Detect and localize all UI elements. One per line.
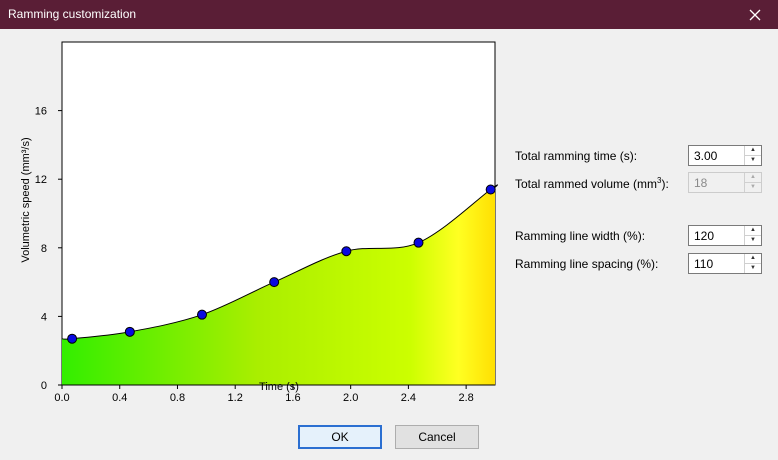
line-width-row: Ramming line width (%): 120 ▲ ▼ [515, 225, 765, 247]
x-tick-label: 2.8 [458, 392, 473, 404]
y-tick-label: 0 [41, 380, 47, 392]
spin-up-icon[interactable]: ▲ [745, 146, 761, 156]
ramming-point-handle[interactable] [413, 237, 424, 248]
x-tick-label: 1.6 [285, 392, 300, 404]
line-spacing-row: Ramming line spacing (%): 110 ▲ ▼ [515, 253, 765, 275]
y-tick-label: 4 [41, 311, 47, 323]
y-tick-label: 16 [35, 106, 47, 118]
spin-down-icon[interactable]: ▼ [745, 236, 761, 245]
line-spacing-label: Ramming line spacing (%): [515, 257, 659, 271]
y-tick-label: 12 [35, 174, 47, 186]
line-spacing-spin-arrows[interactable]: ▲ ▼ [744, 254, 761, 273]
rammed-volume-spinbox: 18 ▲ ▼ [688, 172, 762, 193]
x-tick-label: 0.0 [54, 392, 69, 404]
ramming-point-handle[interactable] [485, 184, 496, 195]
ramming-time-row: Total ramming time (s): 3.00 ▲ ▼ [515, 145, 765, 167]
ramming-time-spin-arrows[interactable]: ▲ ▼ [744, 146, 761, 165]
ramming-time-label: Total ramming time (s): [515, 149, 638, 163]
window-title: Ramming customization [8, 7, 137, 21]
rammed-volume-row: Total rammed volume (mm3): 18 ▲ ▼ [515, 172, 765, 194]
cancel-button[interactable]: Cancel [395, 425, 479, 449]
ramming-point-handle[interactable] [269, 277, 280, 288]
x-tick-label: 2.4 [401, 392, 416, 404]
spin-down-icon: ▼ [750, 184, 756, 190]
rammed-volume-value: 18 [694, 176, 708, 190]
close-icon [749, 9, 761, 20]
x-axis-label: Time (s) [259, 381, 299, 393]
y-tick-label: 8 [41, 243, 47, 255]
ramming-point-handle[interactable] [67, 333, 78, 344]
y-axis-label: Volumetric speed (mm³/s) [20, 137, 32, 262]
line-spacing-spinbox[interactable]: 110 ▲ ▼ [688, 253, 762, 274]
ramming-point-handle[interactable] [197, 309, 208, 320]
x-tick-label: 1.2 [228, 392, 243, 404]
close-button[interactable] [732, 0, 778, 29]
spin-up-icon[interactable]: ▲ [745, 226, 761, 236]
ramming-point-handle[interactable] [124, 326, 135, 337]
chart-svg[interactable]: 0.0 0.4 0.8 1.2 1.6 2.0 2.4 2.8 0 4 8 12 16 Time (s)… [0, 29, 510, 409]
line-width-label: Ramming line width (%): [515, 229, 646, 243]
x-tick-label: 2.0 [343, 392, 358, 404]
spin-up-icon: ▲ [745, 173, 761, 183]
title-bar: Ramming customization [0, 0, 778, 29]
ramming-time-value[interactable]: 3.00 [694, 149, 717, 163]
ramming-point-handle[interactable] [341, 246, 352, 257]
line-width-spin-arrows[interactable]: ▲ ▼ [744, 226, 761, 245]
x-tick-label: 0.8 [170, 392, 185, 404]
ramming-chart[interactable]: 0.0 0.4 0.8 1.2 1.6 2.0 2.4 2.8 0 4 8 12 16 Time (s)… [0, 29, 510, 409]
ramming-time-spinbox[interactable]: 3.00 ▲ ▼ [688, 145, 762, 166]
line-spacing-value[interactable]: 110 [694, 257, 713, 271]
spin-up-icon[interactable]: ▲ [745, 254, 761, 264]
spin-down-icon[interactable]: ▼ [745, 156, 761, 165]
x-tick-label: 0.4 [112, 392, 127, 404]
rammed-volume-spin-arrows: ▲ ▼ [744, 173, 761, 192]
rammed-volume-label: Total rammed volume (mm3): [515, 176, 669, 191]
line-width-value[interactable]: 120 [694, 229, 714, 243]
ok-button[interactable]: OK [298, 425, 382, 449]
line-width-spinbox[interactable]: 120 ▲ ▼ [688, 225, 762, 246]
spin-down-icon[interactable]: ▼ [745, 264, 761, 273]
